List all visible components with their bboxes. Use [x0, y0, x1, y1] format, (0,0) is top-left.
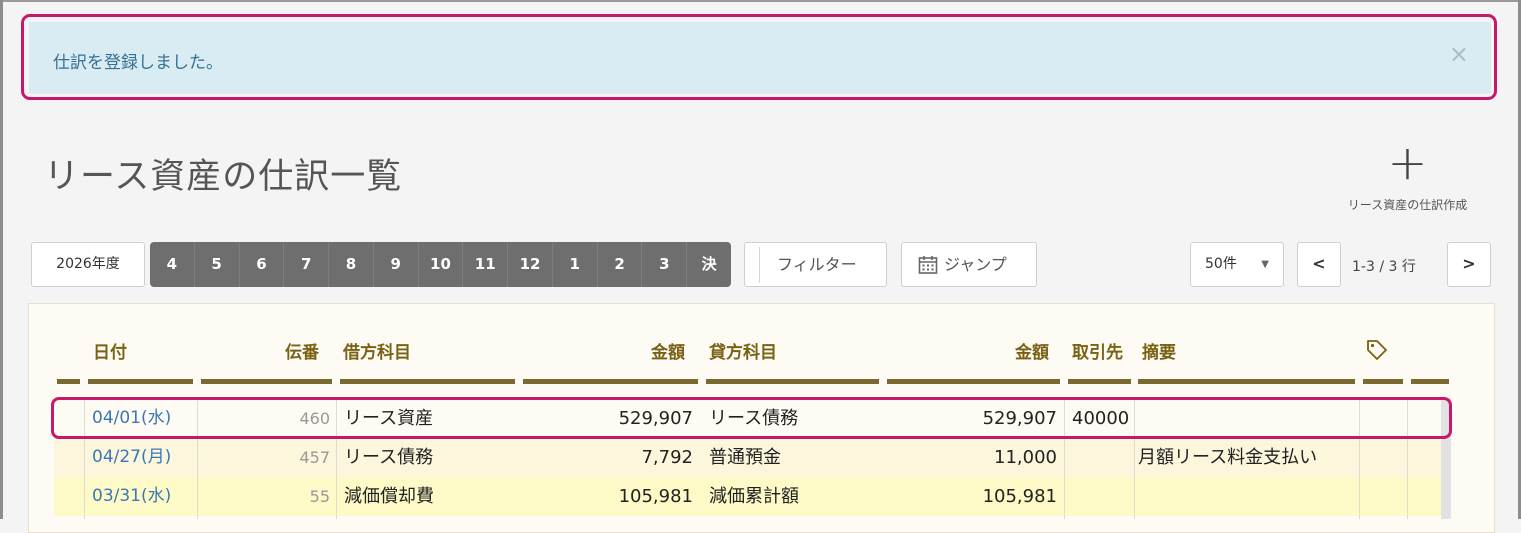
page-title: リース資産の仕訳一覧: [44, 157, 403, 197]
row-date[interactable]: 03/31(水): [92, 477, 202, 516]
create-journal-button[interactable]: + リース資産の仕訳作成: [1320, 135, 1495, 220]
row-partner: [1072, 477, 1132, 516]
table-row[interactable]: 03/31(水) 55 減価償却費 105,981 減価累計額 105,981: [54, 477, 1441, 516]
header-underline: [1363, 379, 1403, 384]
create-journal-label: リース資産の仕訳作成: [1347, 198, 1468, 212]
prev-page-button[interactable]: <: [1297, 242, 1341, 287]
row-memo: [1138, 477, 1360, 516]
month-tab[interactable]: 12: [508, 242, 553, 287]
month-tab[interactable]: 10: [419, 242, 464, 287]
month-selector: 4 5 6 7 8 9 10 11 12 1 2 3 決: [150, 242, 731, 287]
header-underline: [523, 379, 698, 384]
header-underline: [1411, 379, 1449, 384]
month-tab[interactable]: 7: [284, 242, 330, 287]
header-underline: [57, 379, 80, 384]
tag-icon[interactable]: [1366, 339, 1388, 361]
header-date[interactable]: 日付: [93, 338, 127, 363]
month-tab-closing[interactable]: 決: [687, 242, 731, 287]
per-page-value: 50件: [1205, 256, 1237, 272]
header-underline: [201, 379, 332, 384]
row-credit-account: 普通預金: [709, 447, 781, 468]
fiscal-year-button[interactable]: 2026年度: [31, 242, 145, 287]
header-underline: [706, 379, 879, 384]
calendar-icon: [918, 256, 938, 274]
row-number: 457: [299, 448, 330, 467]
header-debit-amount[interactable]: 金額: [651, 338, 685, 363]
jump-button[interactable]: ジャンプ: [901, 242, 1037, 287]
month-tab[interactable]: 3: [642, 242, 688, 287]
caret-down-icon: ▼: [1261, 259, 1269, 270]
row-credit-amount: 11,000: [994, 447, 1057, 468]
header-debit-account[interactable]: 借方科目: [343, 338, 411, 363]
row-debit-amount: 7,792: [641, 447, 693, 468]
plus-icon: +: [1387, 135, 1428, 191]
row-partner: [1072, 438, 1132, 477]
row-memo: 月額リース料金支払い: [1138, 447, 1318, 468]
filter-separator: [759, 247, 760, 283]
month-tab[interactable]: 2: [598, 242, 643, 287]
header-credit-amount[interactable]: 金額: [1015, 338, 1049, 363]
header-no[interactable]: 伝番: [285, 338, 319, 363]
header-underline: [887, 379, 1060, 384]
jump-label: ジャンプ: [944, 255, 1007, 274]
row-debit-account: リース債務: [344, 447, 434, 468]
month-tab[interactable]: 1: [553, 242, 598, 287]
row-debit-account: 減価償却費: [344, 486, 434, 507]
month-tab[interactable]: 8: [329, 242, 374, 287]
row-highlight-frame: [51, 397, 1452, 439]
row-date[interactable]: 04/27(月): [92, 438, 202, 477]
header-credit-account[interactable]: 貸方科目: [709, 338, 777, 363]
filter-button[interactable]: フィルター: [744, 242, 887, 287]
window-frame-left: [0, 0, 3, 519]
month-tab[interactable]: 9: [374, 242, 419, 287]
month-tab[interactable]: 11: [463, 242, 509, 287]
page-info: 1-3 / 3 行: [1352, 259, 1416, 275]
header-underline: [1138, 379, 1355, 384]
row-debit-amount: 105,981: [618, 486, 693, 507]
header-underline: [1068, 379, 1131, 384]
row-credit-account: 減価累計額: [709, 486, 799, 507]
month-tab[interactable]: 4: [150, 242, 195, 287]
filter-label: フィルター: [777, 255, 857, 274]
next-page-button[interactable]: >: [1447, 242, 1491, 287]
window-frame-top: [0, 0, 1521, 2]
header-underline: [340, 379, 515, 384]
alert-highlight-frame: [21, 14, 1497, 100]
header-underline: [88, 379, 193, 384]
row-credit-amount: 105,981: [982, 486, 1057, 507]
per-page-select[interactable]: 50件 ▼: [1190, 242, 1284, 287]
month-tab[interactable]: 6: [240, 242, 285, 287]
header-memo[interactable]: 摘要: [1142, 338, 1176, 363]
month-tab[interactable]: 5: [195, 242, 240, 287]
table-row[interactable]: 04/27(月) 457 リース債務 7,792 普通預金 11,000 月額リ…: [54, 438, 1441, 477]
header-partner[interactable]: 取引先: [1072, 338, 1123, 363]
row-number: 55: [309, 487, 330, 506]
